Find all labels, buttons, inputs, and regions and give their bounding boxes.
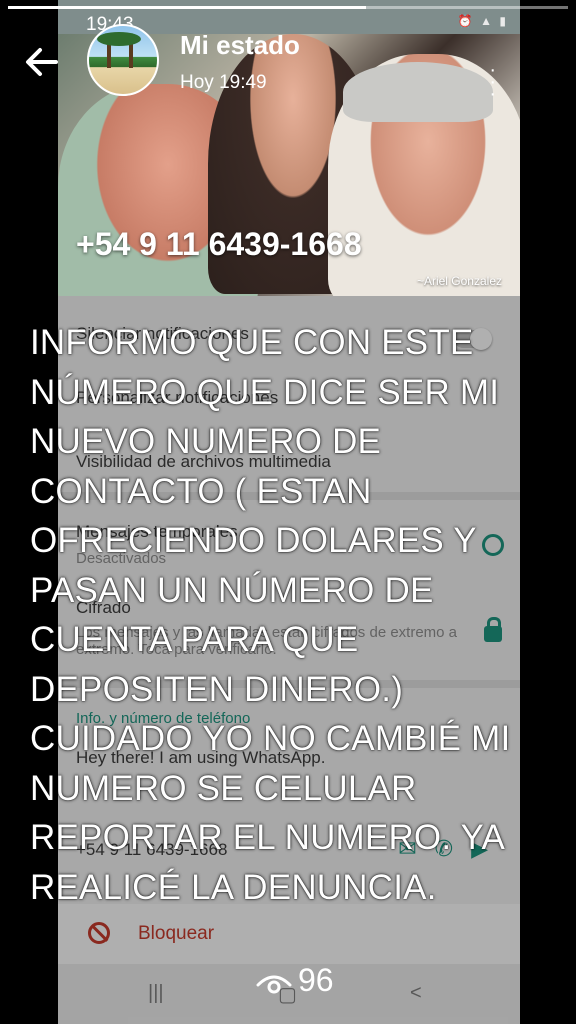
status-progress-fill — [8, 6, 367, 9]
status-owner-name: Mi estado — [180, 30, 300, 60]
avatar[interactable] — [87, 24, 159, 96]
embedded-photo-credit: ~Ariel Gonzalez — [416, 274, 502, 288]
status-progress-bar — [8, 6, 568, 9]
arrow-left-icon — [26, 48, 58, 76]
more-vert-icon: · · · — [489, 59, 496, 105]
embedded-phone-number: +54 9 11 6439-1668 — [76, 226, 362, 262]
views-count: 96 — [298, 962, 334, 998]
back-button[interactable] — [22, 42, 62, 82]
embedded-status-icons: ⏰ ▲ ▮ — [457, 14, 508, 28]
status-caption: INFORMO QUE CON ESTE NÚMERO QUE DICE SER… — [30, 323, 511, 907]
views-counter[interactable]: 96 — [256, 962, 334, 999]
status-timestamp: Hoy 19:49 — [180, 72, 267, 93]
eye-icon — [256, 975, 292, 994]
